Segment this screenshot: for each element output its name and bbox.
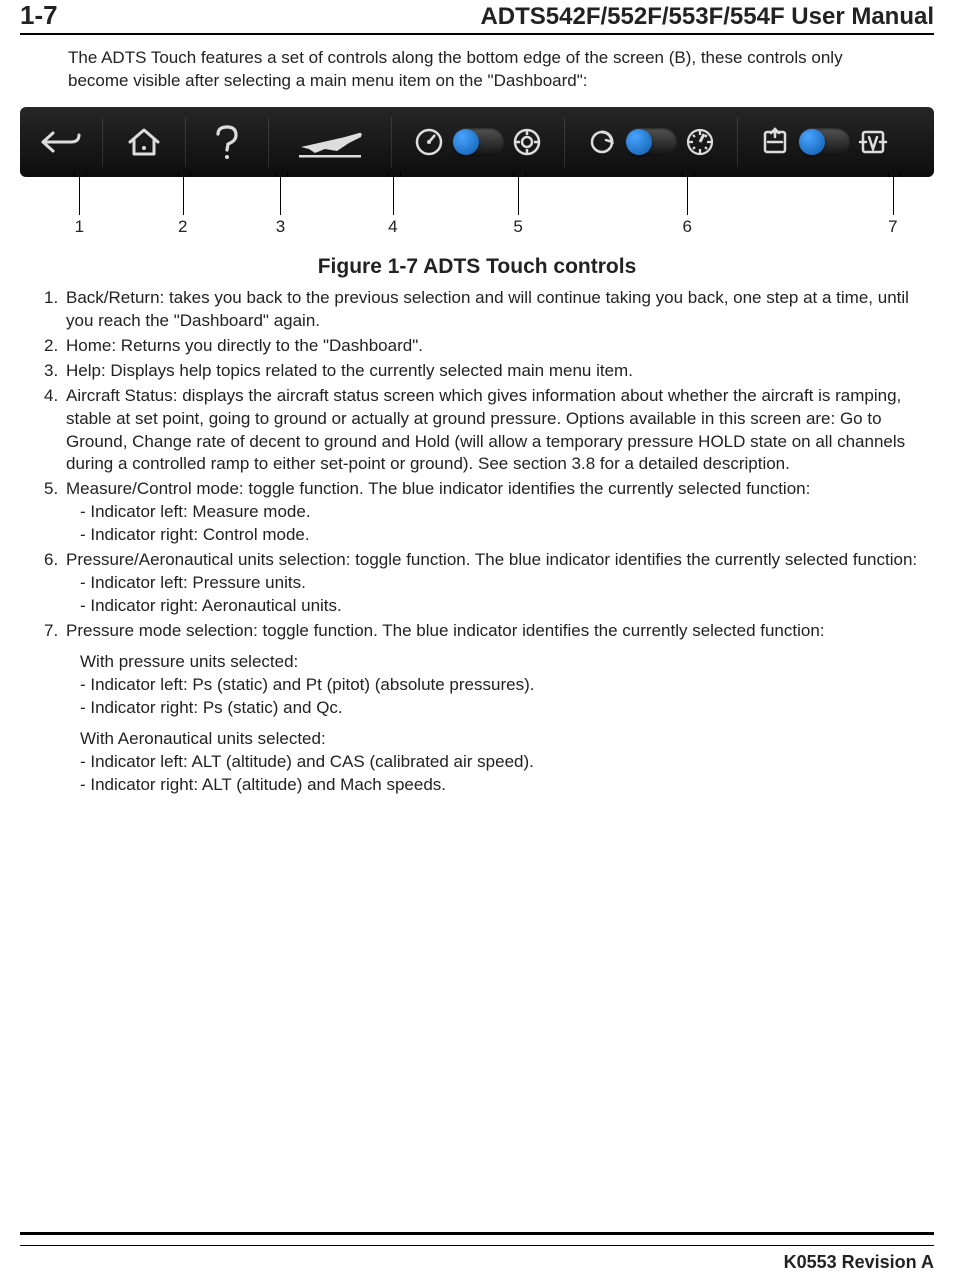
back-icon: [39, 127, 83, 157]
toolbar-divider: [185, 117, 186, 167]
item-text: Pressure/Aeronautical units selection: t…: [66, 549, 920, 572]
alt-cas-icon: [858, 127, 888, 157]
item-sub: - Indicator right: Aeronautical units.: [66, 595, 920, 618]
revision-id: K0553 Revision A: [784, 1252, 934, 1272]
toolbar-divider: [564, 117, 565, 167]
item-sub: - Indicator left: Pressure units.: [66, 572, 920, 595]
help-button[interactable]: [192, 114, 262, 170]
figure-callouts: 1 2 3 4 5 6 7: [20, 177, 934, 247]
aero-gauge-icon: [685, 127, 715, 157]
item-number: 4.: [44, 385, 66, 477]
aircraft-status-icon: [295, 125, 365, 159]
units-toggle[interactable]: [571, 114, 731, 170]
callout-line: [183, 177, 184, 215]
help-icon: [210, 124, 244, 160]
callout-number: 6: [682, 217, 691, 237]
item-body: Pressure/Aeronautical units selection: t…: [66, 549, 920, 618]
toggle-pill: [798, 128, 850, 156]
callout-number: 4: [388, 217, 397, 237]
item-body: Back/Return: takes you back to the previ…: [66, 287, 920, 333]
callout-number: 7: [888, 217, 897, 237]
item-body: Aircraft Status: displays the aircraft s…: [66, 385, 920, 477]
circle-arrow-icon: [587, 127, 617, 157]
item-body: Measure/Control mode: toggle function. T…: [66, 478, 920, 547]
callout-number: 3: [276, 217, 285, 237]
controls-description-list: 1.Back/Return: takes you back to the pre…: [20, 287, 934, 799]
item-sub-heading: With pressure units selected:: [66, 651, 920, 674]
item-text: Pressure mode selection: toggle function…: [66, 620, 920, 643]
item-text: Aircraft Status: displays the aircraft s…: [66, 385, 920, 477]
item-number: 2.: [44, 335, 66, 358]
callout-number: 1: [75, 217, 84, 237]
callout-line: [393, 177, 394, 215]
item-body: Help: Displays help topics related to th…: [66, 360, 920, 383]
adts-touch-toolbar: [20, 107, 934, 177]
callout-line: [280, 177, 281, 215]
callout-line: [79, 177, 80, 215]
measure-control-toggle[interactable]: [398, 114, 558, 170]
toolbar-divider: [391, 117, 392, 167]
item-sub: - Indicator left: ALT (altitude) and CAS…: [66, 751, 920, 774]
page-header: 1-7 ADTS542F/552F/553F/554F User Manual: [20, 0, 934, 35]
description-item: 6.Pressure/Aeronautical units selection:…: [44, 549, 920, 618]
figure-caption: Figure 1-7 ADTS Touch controls: [20, 255, 934, 279]
document-title: ADTS542F/552F/553F/554F User Manual: [480, 3, 934, 31]
item-number: 5.: [44, 478, 66, 547]
item-number: 3.: [44, 360, 66, 383]
toggle-knob: [626, 129, 652, 155]
item-sub: - Indicator right: Ps (static) and Qc.: [66, 697, 920, 720]
callout-number: 2: [178, 217, 187, 237]
pressure-mode-toggle[interactable]: [744, 114, 904, 170]
intro-paragraph: The ADTS Touch features a set of control…: [20, 41, 934, 107]
description-item: 2.Home: Returns you directly to the "Das…: [44, 335, 920, 358]
toolbar-divider: [737, 117, 738, 167]
controller-icon: [512, 127, 542, 157]
ps-pt-icon: [760, 127, 790, 157]
item-body: Pressure mode selection: toggle function…: [66, 620, 920, 797]
item-number: 1.: [44, 287, 66, 333]
item-sub: - Indicator left: Ps (static) and Pt (pi…: [66, 674, 920, 697]
item-text: Back/Return: takes you back to the previ…: [66, 287, 920, 333]
home-button[interactable]: [109, 114, 179, 170]
toolbar-divider: [268, 117, 269, 167]
description-item: 5.Measure/Control mode: toggle function.…: [44, 478, 920, 547]
description-item: 3.Help: Displays help topics related to …: [44, 360, 920, 383]
item-sub-heading: With Aeronautical units selected:: [66, 728, 920, 751]
description-item: 1.Back/Return: takes you back to the pre…: [44, 287, 920, 333]
callout-line: [687, 177, 688, 215]
item-text: Help: Displays help topics related to th…: [66, 360, 920, 383]
page-footer: K0553 Revision A: [20, 1232, 934, 1287]
back-button[interactable]: [26, 114, 96, 170]
callout-number: 5: [513, 217, 522, 237]
callout-line: [893, 177, 894, 215]
item-text: Home: Returns you directly to the "Dashb…: [66, 335, 920, 358]
toggle-knob: [453, 129, 479, 155]
toggle-pill: [625, 128, 677, 156]
description-item: 7.Pressure mode selection: toggle functi…: [44, 620, 920, 797]
page-number: 1-7: [20, 0, 58, 31]
item-sub: - Indicator right: Control mode.: [66, 524, 920, 547]
item-sub: - Indicator right: ALT (altitude) and Ma…: [66, 774, 920, 797]
toggle-pill: [452, 128, 504, 156]
gauge-icon: [414, 127, 444, 157]
figure-toolbar: 1 2 3 4 5 6 7: [20, 107, 934, 253]
aircraft-status-button[interactable]: [275, 114, 385, 170]
description-item: 4.Aircraft Status: displays the aircraft…: [44, 385, 920, 477]
home-icon: [124, 126, 164, 158]
callout-line: [518, 177, 519, 215]
toggle-knob: [799, 129, 825, 155]
item-body: Home: Returns you directly to the "Dashb…: [66, 335, 920, 358]
toolbar-divider: [102, 117, 103, 167]
item-number: 7.: [44, 620, 66, 797]
item-number: 6.: [44, 549, 66, 618]
item-text: Measure/Control mode: toggle function. T…: [66, 478, 920, 501]
item-sub: - Indicator left: Measure mode.: [66, 501, 920, 524]
